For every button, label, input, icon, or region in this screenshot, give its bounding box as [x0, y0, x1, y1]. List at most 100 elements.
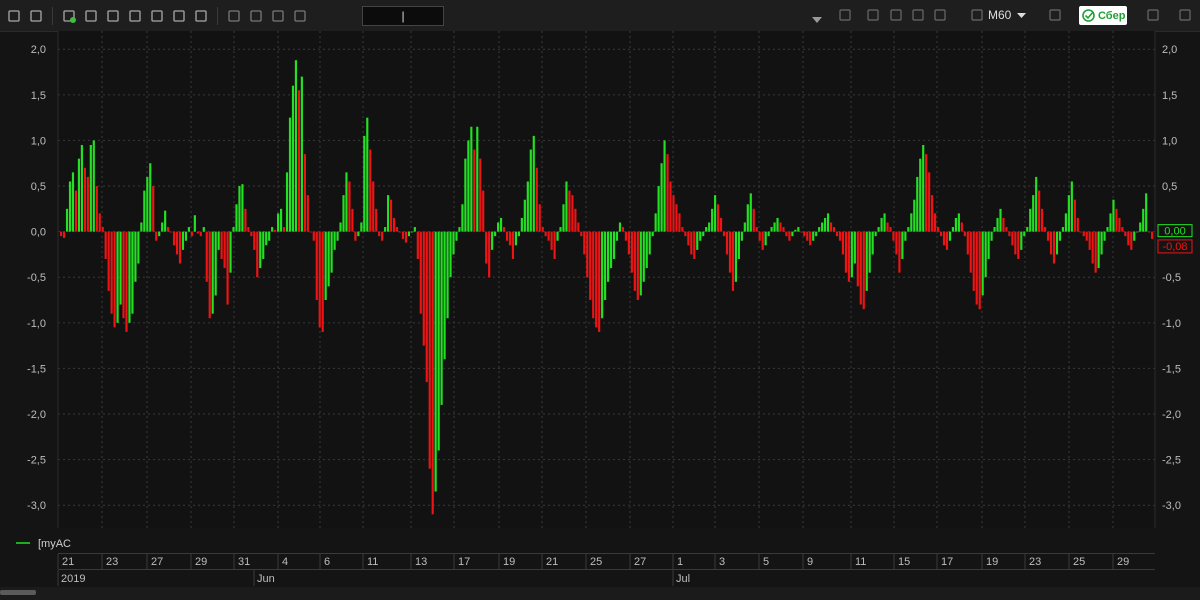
first-icon[interactable] [866, 8, 880, 22]
histogram-bar [853, 231, 856, 264]
histogram-bar [199, 231, 202, 237]
histogram-bar [143, 190, 146, 232]
histogram-bar [256, 231, 259, 278]
y-tick-label-left: 0,0 [31, 227, 46, 239]
histogram-bar [562, 204, 565, 232]
histogram-bar [217, 231, 220, 250]
histogram-bar [1085, 231, 1088, 241]
day-label: 23 [106, 556, 118, 568]
histogram-bar [125, 231, 128, 332]
day-label: 6 [324, 556, 330, 568]
histogram-bar [892, 231, 895, 241]
timeframe-icon[interactable] [970, 8, 984, 22]
histogram-bar [604, 231, 607, 301]
histogram-bar [574, 208, 577, 232]
eraser-icon[interactable] [27, 7, 45, 25]
sber-logo-icon [1082, 9, 1095, 22]
histogram-bar [259, 231, 262, 269]
histogram-bar [728, 231, 732, 273]
histogram-bar [164, 210, 167, 232]
histogram-bar [752, 208, 755, 232]
histogram-bar [128, 231, 131, 323]
histogram-bar [235, 204, 238, 232]
zoom-icon[interactable] [1048, 8, 1062, 22]
horizontal-scrollbar[interactable] [0, 587, 1200, 600]
day-label: 27 [634, 556, 646, 568]
y-tick-label-left: 1,5 [31, 90, 46, 102]
histogram-bar [119, 231, 122, 305]
tool-cross-icon[interactable] [269, 7, 287, 25]
chevron-down-icon[interactable] [812, 10, 822, 28]
news-icon[interactable] [1178, 8, 1192, 22]
histogram-bar [1121, 227, 1124, 232]
close-icon[interactable] [838, 8, 852, 22]
histogram-bar [627, 231, 630, 255]
histogram-bar [1011, 231, 1014, 246]
histogram-bar [907, 227, 910, 232]
histogram-bar [514, 231, 518, 246]
histogram-bar [1023, 231, 1026, 237]
histogram-bar [68, 181, 72, 232]
y-tick-label-right: 1,5 [1162, 90, 1177, 102]
scroll-thumb[interactable] [0, 590, 36, 595]
chat-icon[interactable] [1146, 8, 1160, 22]
pencil-icon[interactable] [5, 7, 23, 25]
add-chart-icon[interactable] [60, 7, 78, 25]
histogram-bar [690, 231, 693, 255]
day-label: 17 [941, 556, 953, 568]
histogram-bar [850, 231, 853, 278]
window-icon[interactable] [104, 7, 122, 25]
histogram-bar [1002, 217, 1005, 232]
histogram-bar [1130, 231, 1133, 250]
histogram-bar [327, 231, 330, 287]
histogram-bar [464, 158, 467, 232]
histogram-bar [687, 231, 690, 246]
histogram-bar [520, 217, 523, 232]
histogram-bar [1055, 231, 1059, 255]
histogram-bar [981, 231, 984, 296]
link-icon[interactable] [170, 7, 188, 25]
histogram-bar [110, 231, 113, 314]
histogram-bar [497, 222, 500, 232]
list-icon[interactable] [126, 7, 144, 25]
histogram-bar [895, 231, 898, 255]
histogram-bar [615, 231, 619, 241]
tool-icon[interactable] [247, 7, 265, 25]
timeframe-select[interactable]: M60 [988, 6, 1032, 24]
histogram-bar [770, 227, 773, 232]
histogram-bar [719, 217, 723, 232]
prev-icon[interactable] [889, 8, 903, 22]
ac-histogram-chart[interactable]: 2,02,01,51,51,01,00,50,50,00,0-0,5-0,5-1… [0, 31, 1200, 553]
histogram-bar [583, 231, 586, 255]
next-icon[interactable] [911, 8, 925, 22]
settings-icon[interactable] [148, 7, 166, 25]
histogram-bar [651, 231, 654, 237]
histogram-bar [494, 231, 497, 237]
day-label: 17 [458, 556, 470, 568]
histogram-bar [184, 231, 188, 241]
histogram-bar [517, 231, 520, 237]
calendar-icon[interactable] [82, 7, 100, 25]
histogram-bar [277, 213, 280, 232]
tool-arrow-icon[interactable] [291, 7, 309, 25]
histogram-bar [1097, 231, 1100, 269]
histogram-bar [1017, 231, 1020, 259]
broker-button[interactable]: Сбер [1079, 6, 1127, 25]
histogram-bar [1082, 231, 1085, 237]
histogram-bar [1139, 222, 1142, 232]
y-tick-label-left: 2,0 [31, 44, 46, 56]
histogram-bar [931, 195, 934, 232]
histogram-bar [829, 222, 833, 232]
histogram-bar [743, 222, 746, 232]
comment-icon[interactable] [225, 7, 243, 25]
last-icon[interactable] [933, 8, 947, 22]
symbol-input[interactable]: | [362, 6, 444, 26]
histogram-bar [702, 231, 705, 237]
histogram-bar [83, 167, 86, 232]
refresh-icon[interactable] [192, 7, 210, 25]
histogram-bar [419, 231, 422, 314]
histogram-bar [86, 176, 89, 232]
histogram-bar [306, 195, 309, 232]
y-tick-label-left: -1,0 [27, 318, 46, 330]
histogram-bar [666, 154, 669, 232]
